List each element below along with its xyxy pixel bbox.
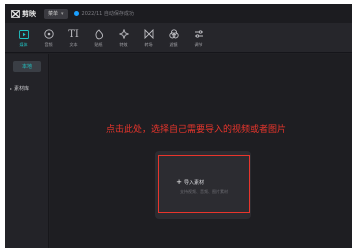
- menu-button-label: 菜单: [48, 11, 59, 17]
- sidebar-item-label: 素材库: [14, 86, 30, 92]
- filter-icon: [168, 28, 179, 40]
- plus-icon: +: [176, 178, 182, 186]
- tool-media-label: 媒体: [19, 42, 28, 47]
- transition-icon: [144, 28, 154, 40]
- title-bar: 剪映 菜单 ▾ 2022/11 自动保存成功: [5, 4, 352, 23]
- tool-media[interactable]: 媒体: [11, 23, 36, 53]
- tool-transition[interactable]: 转场: [136, 23, 161, 53]
- save-status-text: 2022/11 自动保存成功: [81, 11, 134, 17]
- sidebar-item-library[interactable]: ▸ 素材库: [10, 85, 29, 92]
- text-icon: TI: [68, 28, 79, 40]
- app-name: 剪映: [22, 9, 36, 18]
- import-hint: 支持视频、音频、图片素材: [180, 189, 228, 194]
- tool-filter[interactable]: 滤镜: [161, 23, 186, 53]
- menu-button[interactable]: 菜单 ▾: [44, 8, 68, 19]
- effects-icon: [118, 28, 129, 40]
- tool-audio-label: 音频: [44, 42, 53, 47]
- tool-effects-label: 特效: [119, 42, 128, 47]
- tool-sticker-label: 贴纸: [94, 42, 103, 47]
- save-status: 2022/11 自动保存成功: [73, 10, 134, 17]
- sidebar-tab-local[interactable]: 本地: [13, 61, 41, 72]
- tool-audio[interactable]: 音频: [36, 23, 61, 53]
- tool-effects[interactable]: 特效: [111, 23, 136, 53]
- tool-transition-label: 转场: [144, 42, 153, 47]
- status-dot-icon: [73, 11, 79, 16]
- media-icon: [18, 28, 29, 40]
- chevron-down-icon: ▾: [61, 10, 64, 17]
- import-button[interactable]: + 导入素材: [176, 178, 205, 187]
- audio-icon: [43, 28, 54, 40]
- chevron-right-icon: ▸: [10, 86, 13, 91]
- sidebar-tab-label: 本地: [21, 64, 32, 70]
- tool-text-label: 文本: [69, 42, 78, 47]
- instruction-annotation: 点击此处，选择自己需要导入的视频或者图片: [106, 125, 287, 135]
- tool-sticker[interactable]: 贴纸: [86, 23, 111, 53]
- import-button-label: 导入素材: [184, 180, 205, 186]
- media-panel: 点击此处，选择自己需要导入的视频或者图片 + 导入素材 支持视频、音频、图片素材: [50, 54, 352, 248]
- media-sidebar: 本地 ▸ 素材库: [5, 54, 49, 248]
- tool-adjust[interactable]: 调节: [186, 23, 211, 53]
- app-logo: 剪映: [11, 9, 36, 19]
- tool-filter-label: 滤镜: [169, 42, 178, 47]
- app-logo-icon: [11, 9, 20, 18]
- media-toolbar: 媒体 音频 TI 文本 贴纸 特效 转场 滤镜 调节: [5, 23, 352, 53]
- sticker-icon: [94, 28, 104, 40]
- tool-adjust-label: 调节: [194, 42, 203, 47]
- editor-window: 剪映 菜单 ▾ 2022/11 自动保存成功 媒体 音频 TI 文本 贴纸 特效…: [5, 4, 352, 248]
- tool-text[interactable]: TI 文本: [61, 23, 86, 53]
- adjust-icon: [194, 28, 204, 40]
